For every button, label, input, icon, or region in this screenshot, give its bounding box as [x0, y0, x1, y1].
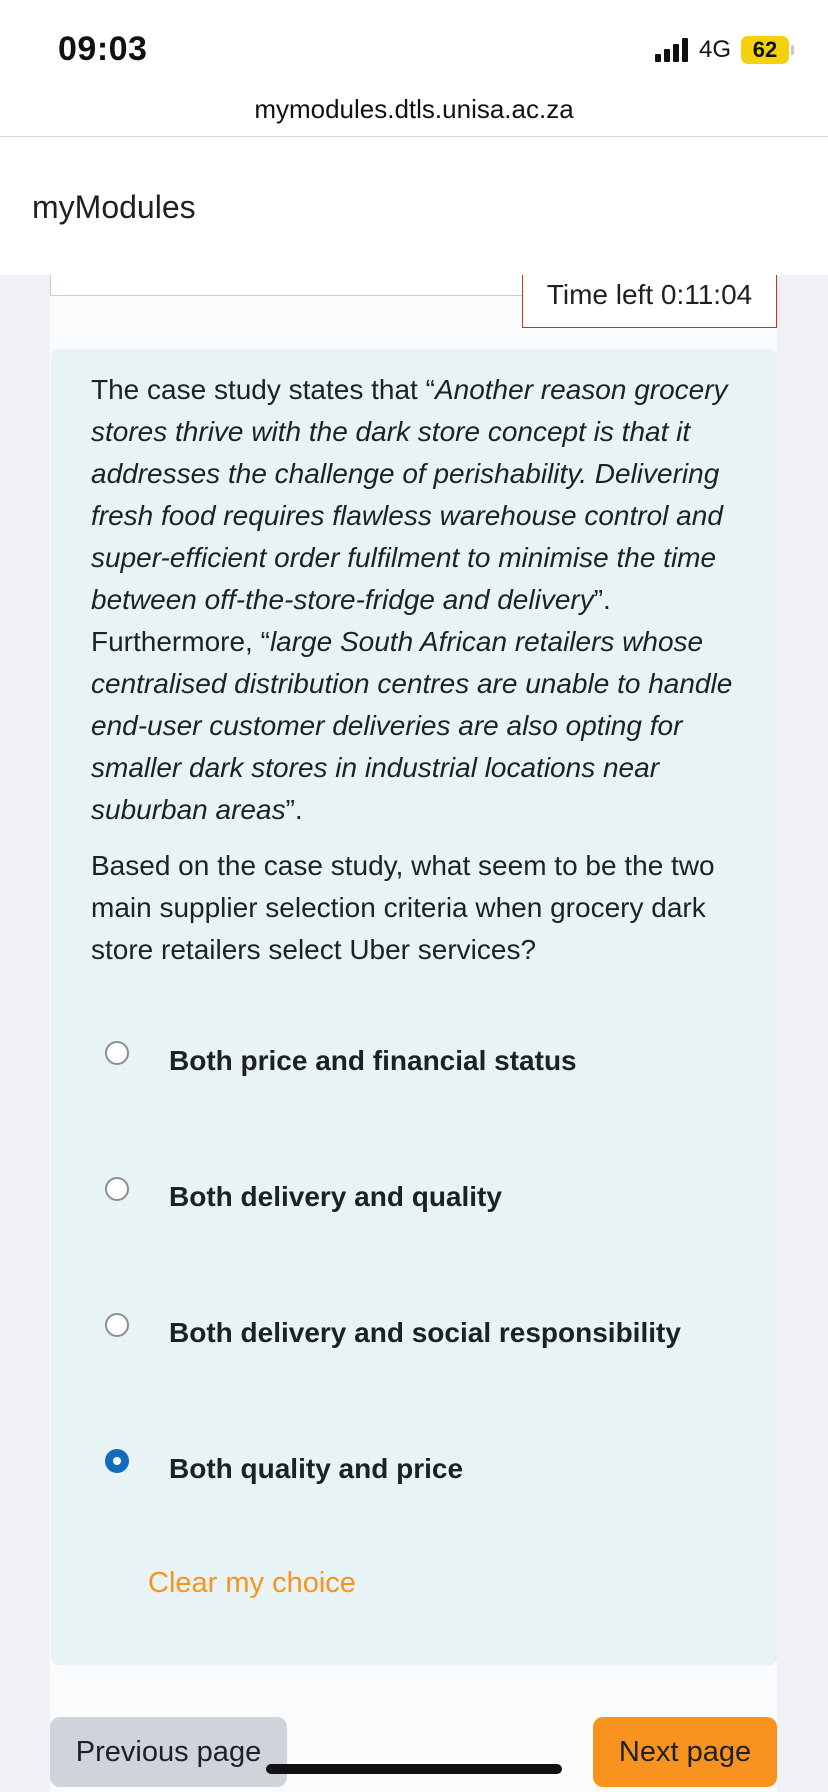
radio-unchecked-icon[interactable] [105, 1313, 129, 1337]
battery-tip [791, 45, 794, 55]
status-time: 09:03 [58, 30, 148, 68]
question-text: The case study states that “Another reas… [91, 369, 751, 971]
previous-page-button[interactable]: Previous page [50, 1717, 287, 1787]
answer-option-4[interactable]: Both quality and price [105, 1439, 745, 1499]
network-type: 4G [698, 36, 731, 63]
answer-option-label: Both delivery and social responsibility [169, 1317, 681, 1348]
answer-option-label: Both price and financial status [169, 1045, 577, 1076]
url-text: mymodules.dtls.unisa.ac.za [254, 94, 574, 124]
answer-option-label: Both quality and price [169, 1453, 464, 1484]
battery-level: 62 [752, 37, 778, 62]
address-bar[interactable]: mymodules.dtls.unisa.ac.za [0, 86, 828, 137]
status-indicators: 4G 62 [654, 34, 794, 66]
clear-choice-link[interactable]: Clear my choice [148, 1567, 356, 1600]
signal-icon [654, 38, 691, 62]
previous-panel-edge [50, 275, 523, 296]
answer-option-1[interactable]: Both price and financial status [105, 1031, 745, 1091]
answer-option-3[interactable]: Both delivery and social responsibility [105, 1303, 745, 1363]
next-page-button[interactable]: Next page [593, 1717, 777, 1787]
radio-unchecked-icon[interactable] [105, 1177, 129, 1201]
quiz-timer: Time left 0:11:04 [522, 275, 777, 328]
battery-icon: 62 [741, 36, 789, 64]
radio-checked-icon[interactable] [105, 1449, 129, 1473]
question-prompt: Based on the case study, what seem to be… [91, 850, 715, 965]
radio-unchecked-icon[interactable] [105, 1041, 129, 1065]
answer-option-2[interactable]: Both delivery and quality [105, 1167, 745, 1227]
question-card: The case study states that “Another reas… [51, 349, 777, 1665]
home-indicator[interactable] [266, 1764, 562, 1774]
site-name[interactable]: myModules [32, 189, 196, 226]
status-bar: 09:03 4G 62 [0, 0, 828, 96]
case-study-paragraph: The case study states that “Another reas… [91, 374, 733, 825]
case-study-quote-1: Another reason grocery stores thrive wit… [91, 374, 728, 615]
answer-option-label: Both delivery and quality [169, 1181, 502, 1212]
site-header: myModules [0, 137, 828, 275]
